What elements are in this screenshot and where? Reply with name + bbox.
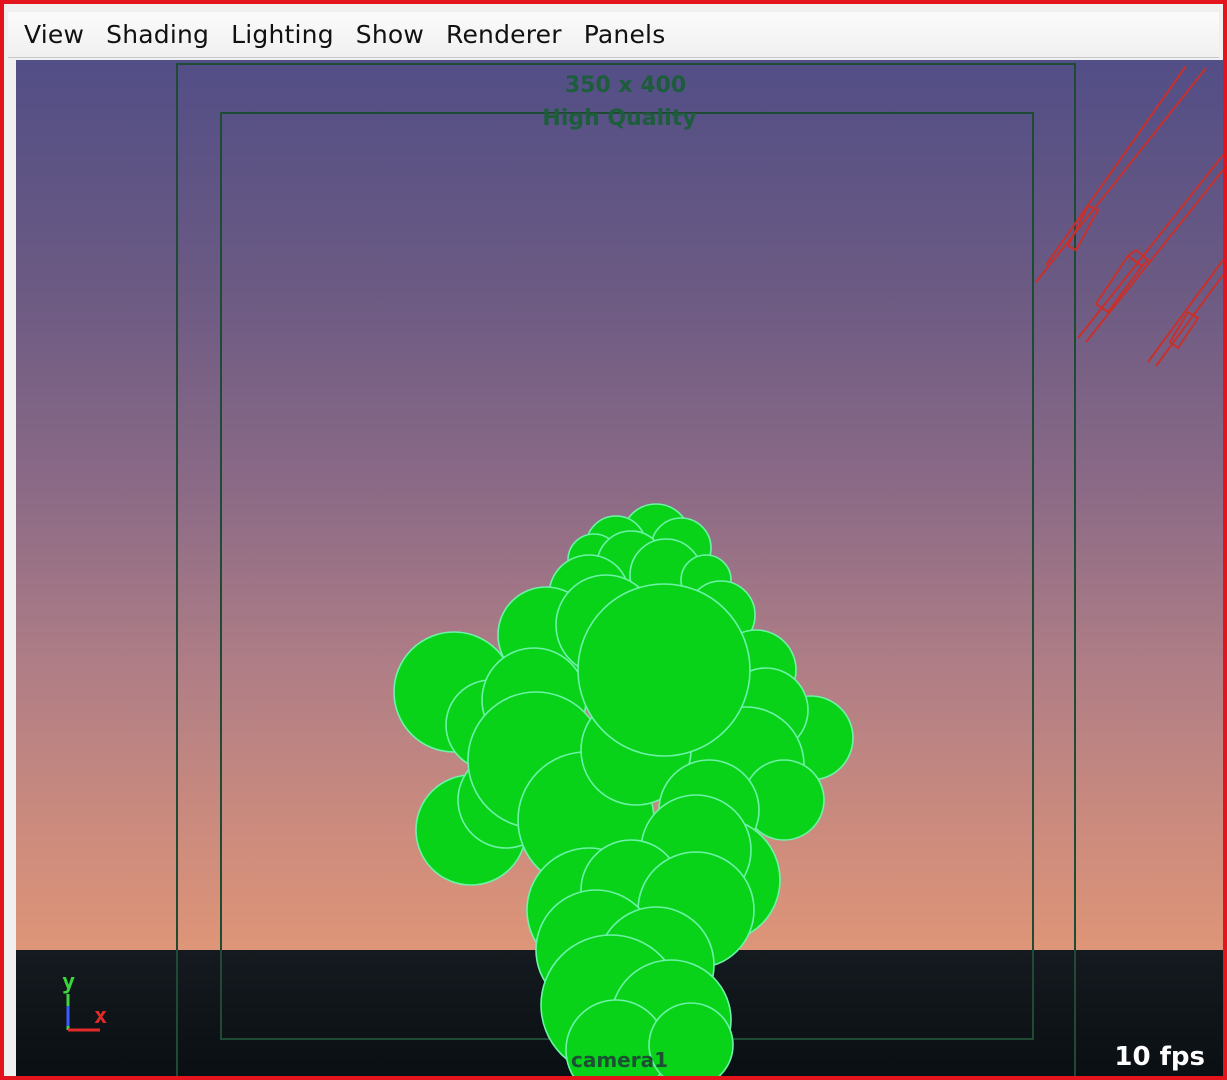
menu-panels[interactable]: Panels bbox=[584, 20, 666, 49]
view-axis-indicator: y x bbox=[56, 970, 116, 1040]
3d-viewport[interactable]: 350 x 400 High Quality camera1 10 fps y … bbox=[16, 60, 1223, 1076]
light-icon bbox=[1035, 65, 1207, 283]
scene-canvas bbox=[393, 65, 1223, 1076]
axis-y-label: y bbox=[62, 970, 76, 995]
panel-menubar: View Shading Lighting Show Renderer Pane… bbox=[8, 12, 1219, 58]
axis-x-label: x bbox=[94, 1004, 108, 1029]
window-frame: View Shading Lighting Show Renderer Pane… bbox=[0, 0, 1227, 1080]
light-icon bbox=[1077, 154, 1223, 343]
particle-cloud bbox=[393, 503, 854, 1076]
menu-view[interactable]: View bbox=[24, 20, 84, 49]
fps-counter: 10 fps bbox=[1114, 1042, 1205, 1072]
menu-lighting[interactable]: Lighting bbox=[231, 20, 334, 49]
quality-label: High Quality bbox=[542, 106, 697, 131]
menu-renderer[interactable]: Renderer bbox=[446, 20, 562, 49]
light-icon bbox=[1147, 259, 1223, 367]
menu-shading[interactable]: Shading bbox=[106, 20, 209, 49]
resolution-label: 350 x 400 bbox=[564, 73, 687, 98]
camera-name-label: camera1 bbox=[570, 1048, 669, 1072]
menu-show[interactable]: Show bbox=[356, 20, 424, 49]
